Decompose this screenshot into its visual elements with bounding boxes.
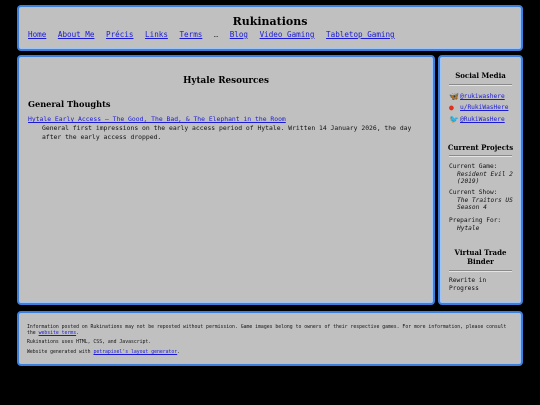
website-terms-link[interactable]: website terms bbox=[39, 331, 77, 336]
preparing-for: Preparing For: Hytale bbox=[449, 217, 519, 232]
twitter-icon: 🐦 bbox=[449, 115, 459, 124]
site-title: Rukinations bbox=[232, 15, 308, 28]
article-description: General first impressions on the early a… bbox=[42, 124, 412, 141]
current-projects-heading: Current Projects bbox=[447, 143, 514, 152]
current-show-value: The Traitors US Season 4 bbox=[457, 196, 513, 212]
footer-credit: Website generated with petrapixel's layo… bbox=[27, 350, 512, 356]
current-game-value: Resident Evil 2 (2019) bbox=[457, 170, 513, 186]
trade-binder-heading: Virtual Trade Binder bbox=[454, 248, 507, 266]
divider bbox=[449, 84, 512, 86]
current-game: Current Game: Resident Evil 2 (2019) bbox=[449, 163, 519, 186]
nav-terms-link[interactable]: Terms bbox=[179, 30, 202, 39]
trade-binder-status: Rewrite in Progress bbox=[449, 277, 487, 292]
nav-home-link[interactable]: Home bbox=[28, 30, 46, 39]
nav-tabletop-gaming-link[interactable]: Tabletop Gaming bbox=[326, 30, 395, 39]
sidebar-panel: Social Media 🦋@rukiwashere ● u/RukiWasHer… bbox=[438, 55, 523, 305]
layout-generator-link[interactable]: petrapixel's layout generator bbox=[93, 350, 177, 355]
main-nav: Home About Me Précis Links Terms … Blog … bbox=[28, 30, 402, 39]
preparing-label: Preparing For: bbox=[449, 217, 502, 224]
twitter-link[interactable]: @RukiWasHere bbox=[460, 116, 505, 123]
nav-precis-link[interactable]: Précis bbox=[106, 30, 133, 39]
social-media-heading: Social Media bbox=[455, 71, 506, 80]
divider bbox=[449, 155, 512, 157]
footer-notice-text: Information posted on Rukinations may no… bbox=[27, 325, 507, 336]
divider bbox=[449, 270, 512, 272]
social-item-bluesky: 🦋@rukiwashere bbox=[449, 92, 505, 101]
reddit-icon: ● bbox=[449, 103, 454, 112]
current-show-label: Current Show: bbox=[449, 189, 498, 196]
social-item-twitter: 🐦@RukiWasHere bbox=[449, 115, 505, 124]
section-heading: General Thoughts bbox=[28, 99, 111, 109]
current-game-label: Current Game: bbox=[449, 163, 498, 170]
header-panel: Rukinations Home About Me Précis Links T… bbox=[17, 5, 523, 51]
nav-blog-link[interactable]: Blog bbox=[230, 30, 248, 39]
preparing-value: Hytale bbox=[457, 224, 480, 232]
current-show: Current Show: The Traitors US Season 4 bbox=[449, 189, 519, 212]
footer-period: . bbox=[177, 350, 181, 355]
article-link[interactable]: Hytale Early Access — The Good, The Bad,… bbox=[28, 115, 286, 123]
bluesky-link[interactable]: @rukiwashere bbox=[460, 93, 505, 100]
main-content-panel: Hytale Resources General Thoughts Hytale… bbox=[17, 55, 435, 305]
page-title: Hytale Resources bbox=[183, 76, 269, 86]
footer-period: . bbox=[76, 331, 79, 336]
reddit-link[interactable]: u/RukiWasHere bbox=[460, 104, 508, 111]
bluesky-icon: 🦋 bbox=[449, 92, 459, 101]
nav-links-link[interactable]: Links bbox=[145, 30, 168, 39]
footer-credit-text: Website generated with bbox=[27, 350, 91, 355]
footer-notice: Information posted on Rukinations may no… bbox=[27, 325, 512, 337]
nav-video-gaming-link[interactable]: Video Gaming bbox=[260, 30, 315, 39]
footer-tech: Rukinations uses HTML, CSS, and Javascri… bbox=[27, 340, 152, 345]
nav-about-link[interactable]: About Me bbox=[58, 30, 95, 39]
footer-panel: Information posted on Rukinations may no… bbox=[17, 311, 523, 366]
social-item-reddit: ● u/RukiWasHere bbox=[449, 103, 508, 112]
nav-separator: … bbox=[213, 31, 219, 39]
